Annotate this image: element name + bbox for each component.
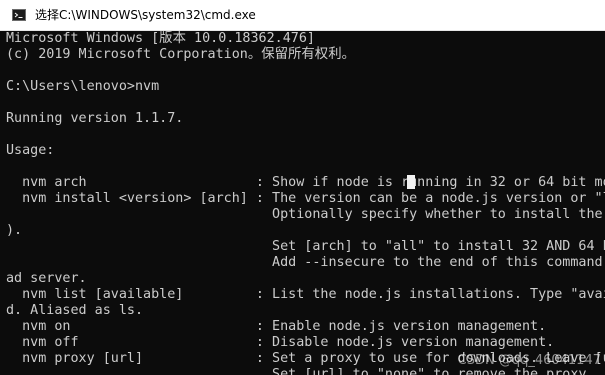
console-output[interactable]: Microsoft Windows [版本 10.0.18362.476] (c)… <box>0 31 605 375</box>
console-lines: Microsoft Windows [版本 10.0.18362.476] (c)… <box>6 31 605 375</box>
console-line: ad server. <box>6 271 87 286</box>
console-line: Usage: <box>6 143 55 158</box>
title-bar[interactable]: 选择C:\WINDOWS\system32\cmd.exe <box>0 0 605 31</box>
console-line: Running version 1.1.7. <box>6 111 184 126</box>
console-line: Microsoft Windows [版本 10.0.18362.476] <box>6 31 315 46</box>
console-line: Optionally specify whether to install th… <box>6 207 605 222</box>
console-line: (c) 2019 Microsoft Corporation。保留所有权利。 <box>6 47 355 62</box>
console-line: d. Aliased as ls. <box>6 303 144 318</box>
console-line: nvm on : Enable node.js version manageme… <box>6 319 547 334</box>
console-line: nvm list [available] : List the node.js … <box>6 287 605 302</box>
console-line: nvm arch : Show if node is running in 32… <box>6 175 605 190</box>
console-line: Add --insecure to the end of this comman… <box>6 255 605 270</box>
text-cursor <box>407 175 415 189</box>
window-title: 选择C:\WINDOWS\system32\cmd.exe <box>35 8 256 22</box>
cmd-console-icon <box>12 9 26 21</box>
console-line: nvm off : Disable node.js version manage… <box>6 335 555 350</box>
watermark-text: CSDN @qq_46041147 <box>457 353 601 368</box>
console-line: nvm install <version> [arch] : The versi… <box>6 191 605 206</box>
console-line: C:\Users\lenovo>nvm <box>6 79 160 94</box>
cmd-window: 选择C:\WINDOWS\system32\cmd.exe Microsoft … <box>0 0 605 375</box>
console-line: ). <box>6 223 23 238</box>
console-line: Set [arch] to "all" to install 32 AND 64… <box>6 239 605 254</box>
